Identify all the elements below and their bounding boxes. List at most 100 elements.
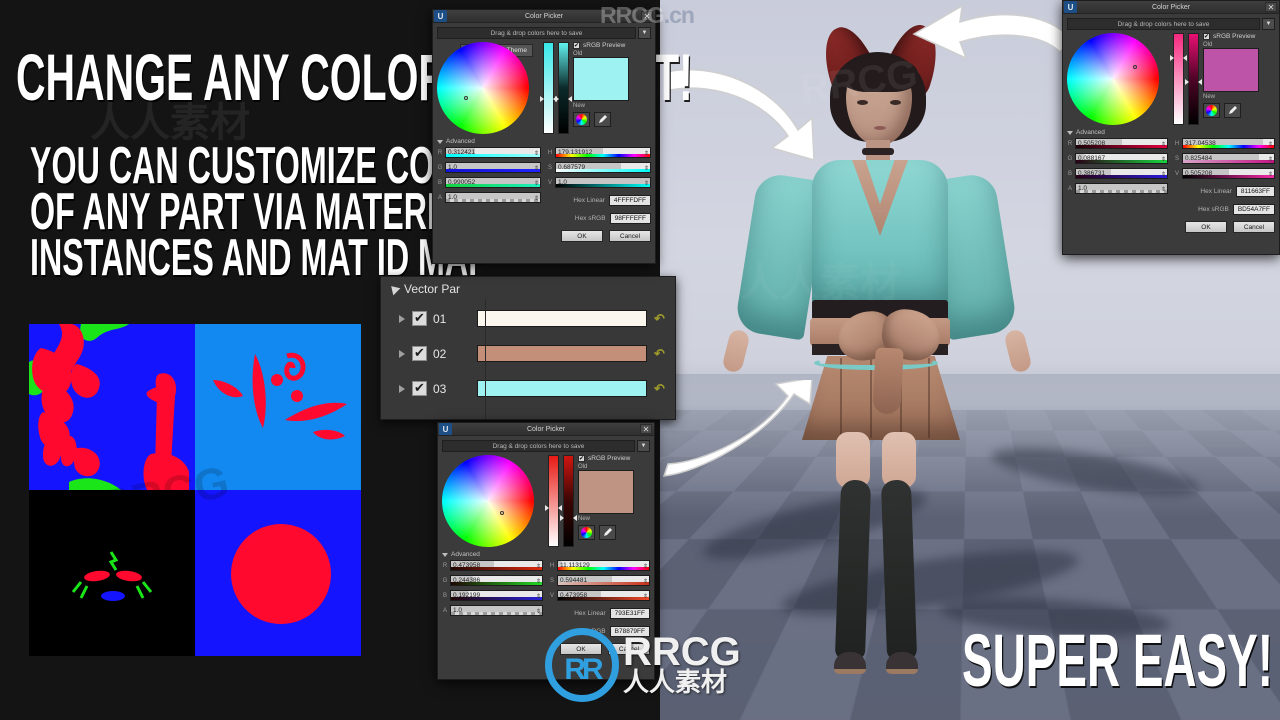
hsv-slider-h[interactable]: H 11.113129 ⇕: [549, 560, 650, 571]
vector-parameters-panel[interactable]: Vector Par 01 ↶ 02 ↶ 03 ↶: [380, 276, 676, 420]
rgba-slider-g[interactable]: G 0.088167 ⇕: [1067, 153, 1168, 164]
color-picker-window-magenta[interactable]: U Color Picker ✕ Drag & drop colors here…: [1062, 0, 1280, 255]
alpha-slider[interactable]: [1185, 33, 1202, 125]
hex-srgb-value[interactable]: 98FFFEFF: [609, 213, 651, 224]
old-new-color-swatch[interactable]: [578, 470, 634, 514]
hex-linear-row[interactable]: Hex Linear 811663FF: [1174, 186, 1275, 197]
hex-srgb-value[interactable]: B78879FF: [609, 626, 650, 637]
rgba-slider-b[interactable]: B 0.990052 ⇕: [437, 177, 541, 188]
hex-linear-value[interactable]: 4FFFFDFF: [608, 195, 651, 206]
eyedropper-icon[interactable]: [599, 525, 616, 540]
rgba-slider-b[interactable]: B 0.386731 ⇕: [1067, 168, 1168, 179]
rgba-slider-g[interactable]: G 0.244386 ⇕: [442, 575, 543, 586]
hex-srgb-value[interactable]: BD54A7FF: [1232, 204, 1275, 215]
color-wheel-mode-icon[interactable]: [573, 112, 590, 127]
eyedropper-icon[interactable]: [594, 112, 611, 127]
value-slider[interactable]: [545, 455, 562, 547]
hex-linear-value[interactable]: 793E31FF: [609, 608, 650, 619]
color-theme-save-row[interactable]: Drag & drop colors here to save ▼: [1067, 18, 1275, 30]
rgba-slider-a[interactable]: A 1.0 ⇕: [442, 605, 543, 616]
rgba-slider-b[interactable]: B 0.192199 ⇕: [442, 590, 543, 601]
expand-arrow-icon[interactable]: [399, 314, 405, 323]
close-icon[interactable]: ✕: [641, 11, 653, 21]
expand-arrow-icon[interactable]: [399, 349, 405, 358]
value-slider[interactable]: [540, 42, 557, 134]
vector-param-row[interactable]: 01 ↶: [381, 301, 675, 336]
old-new-color-swatch[interactable]: [573, 57, 629, 101]
material-id-map-grid[interactable]: [29, 324, 361, 656]
reset-to-default-icon[interactable]: ↶: [654, 311, 665, 327]
alpha-slider[interactable]: [560, 455, 577, 547]
expand-arrow-icon[interactable]: [399, 384, 405, 393]
hsv-slider-h[interactable]: H 179.131912 ⇕: [547, 147, 651, 158]
drag-drop-save-area[interactable]: Drag & drop colors here to save: [442, 440, 635, 452]
color-wheel-cursor[interactable]: [1133, 65, 1137, 69]
chevron-down-icon[interactable]: [442, 552, 448, 557]
rgba-slider-r[interactable]: R 0.505208 ⇕: [1067, 138, 1168, 149]
color-picker-window-cyan[interactable]: U Color Picker ✕ Drag & drop colors here…: [432, 9, 656, 264]
color-wheel-mode-icon[interactable]: [578, 525, 595, 540]
vector-param-color-swatch[interactable]: [477, 380, 647, 397]
cancel-button[interactable]: Cancel: [1233, 221, 1275, 233]
window-titlebar[interactable]: U Color Picker ✕: [1063, 1, 1279, 14]
id-map-cell-emissive-mask[interactable]: [29, 490, 195, 656]
hex-srgb-row[interactable]: Hex sRGB 98FFFEFF: [547, 213, 651, 224]
srgb-preview-checkbox[interactable]: ✔: [1203, 33, 1210, 40]
vector-param-row[interactable]: 02 ↶: [381, 336, 675, 371]
srgb-preview-row[interactable]: ✔ sRGB Preview: [573, 42, 635, 49]
id-map-cell-accessory-mask[interactable]: [195, 490, 361, 656]
old-new-color-swatch[interactable]: [1203, 48, 1259, 92]
ok-button[interactable]: OK: [561, 230, 603, 242]
alpha-slider[interactable]: [555, 42, 572, 134]
advanced-section-header[interactable]: Advanced: [437, 138, 651, 145]
color-wheel[interactable]: [442, 455, 534, 547]
hsv-slider-s[interactable]: S 0.825484 ⇕: [1174, 153, 1275, 164]
hsv-slider-s[interactable]: S 0.687579 ⇕: [547, 162, 651, 173]
rgba-slider-r[interactable]: R 0.473958 ⇕: [442, 560, 543, 571]
window-titlebar[interactable]: U Color Picker ✕: [438, 423, 654, 436]
collapse-triangle-icon[interactable]: [387, 282, 401, 296]
hex-linear-row[interactable]: Hex Linear 4FFFFDFF: [547, 195, 651, 206]
vector-param-color-swatch[interactable]: [477, 310, 647, 327]
window-titlebar[interactable]: U Color Picker ✕: [433, 10, 655, 23]
hsv-slider-v[interactable]: V 1.0 ⇕: [547, 177, 651, 188]
srgb-preview-checkbox[interactable]: ✔: [573, 42, 580, 49]
chevron-down-icon[interactable]: ▼: [637, 440, 650, 452]
vector-param-color-swatch[interactable]: [477, 345, 647, 362]
vector-param-checkbox[interactable]: [412, 310, 427, 326]
srgb-preview-row[interactable]: ✔ sRGB Preview: [578, 455, 640, 462]
cancel-button[interactable]: Cancel: [608, 643, 650, 655]
color-wheel-mode-icon[interactable]: [1203, 103, 1220, 118]
hsv-slider-h[interactable]: H 317.04538 ⇕: [1174, 138, 1275, 149]
color-wheel[interactable]: [1067, 33, 1159, 125]
chevron-down-icon[interactable]: [437, 139, 443, 144]
rgba-slider-r[interactable]: R 0.312421 ⇕: [437, 147, 541, 158]
ok-button[interactable]: OK: [1185, 221, 1227, 233]
color-picker-window-tan[interactable]: U Color Picker ✕ Drag & drop colors here…: [437, 422, 655, 680]
vector-param-row[interactable]: 03 ↶: [381, 371, 675, 406]
chevron-down-icon[interactable]: ▼: [638, 27, 651, 39]
hex-srgb-row[interactable]: Hex sRGB B78879FF: [549, 626, 650, 637]
hsv-slider-v[interactable]: V 0.473958 ⇕: [549, 590, 650, 601]
advanced-section-header[interactable]: Advanced: [1067, 129, 1275, 136]
rgba-slider-a[interactable]: A 1.0 ⇕: [437, 192, 541, 203]
advanced-section-header[interactable]: Advanced: [442, 551, 650, 558]
close-icon[interactable]: ✕: [640, 424, 652, 434]
vector-param-checkbox[interactable]: [412, 380, 427, 396]
srgb-preview-row[interactable]: ✔ sRGB Preview: [1203, 33, 1265, 40]
hex-linear-row[interactable]: Hex Linear 793E31FF: [549, 608, 650, 619]
color-theme-save-row[interactable]: Drag & drop colors here to save ▼: [442, 440, 650, 452]
reset-to-default-icon[interactable]: ↶: [654, 381, 665, 397]
chevron-down-icon[interactable]: ▼: [1262, 18, 1275, 30]
drag-drop-save-area[interactable]: Drag & drop colors here to save: [1067, 18, 1260, 30]
rgba-slider-g[interactable]: G 1.0 ⇕: [437, 162, 541, 173]
chevron-down-icon[interactable]: [1067, 130, 1073, 135]
color-wheel[interactable]: [437, 42, 529, 134]
hsv-slider-s[interactable]: S 0.594481 ⇕: [549, 575, 650, 586]
vector-panel-header[interactable]: Vector Par: [381, 277, 675, 301]
srgb-preview-checkbox[interactable]: ✔: [578, 455, 585, 462]
cancel-button[interactable]: Cancel: [609, 230, 651, 242]
hex-srgb-row[interactable]: Hex sRGB BD54A7FF: [1174, 204, 1275, 215]
value-slider[interactable]: [1170, 33, 1187, 125]
hsv-slider-v[interactable]: V 0.505208 ⇕: [1174, 168, 1275, 179]
